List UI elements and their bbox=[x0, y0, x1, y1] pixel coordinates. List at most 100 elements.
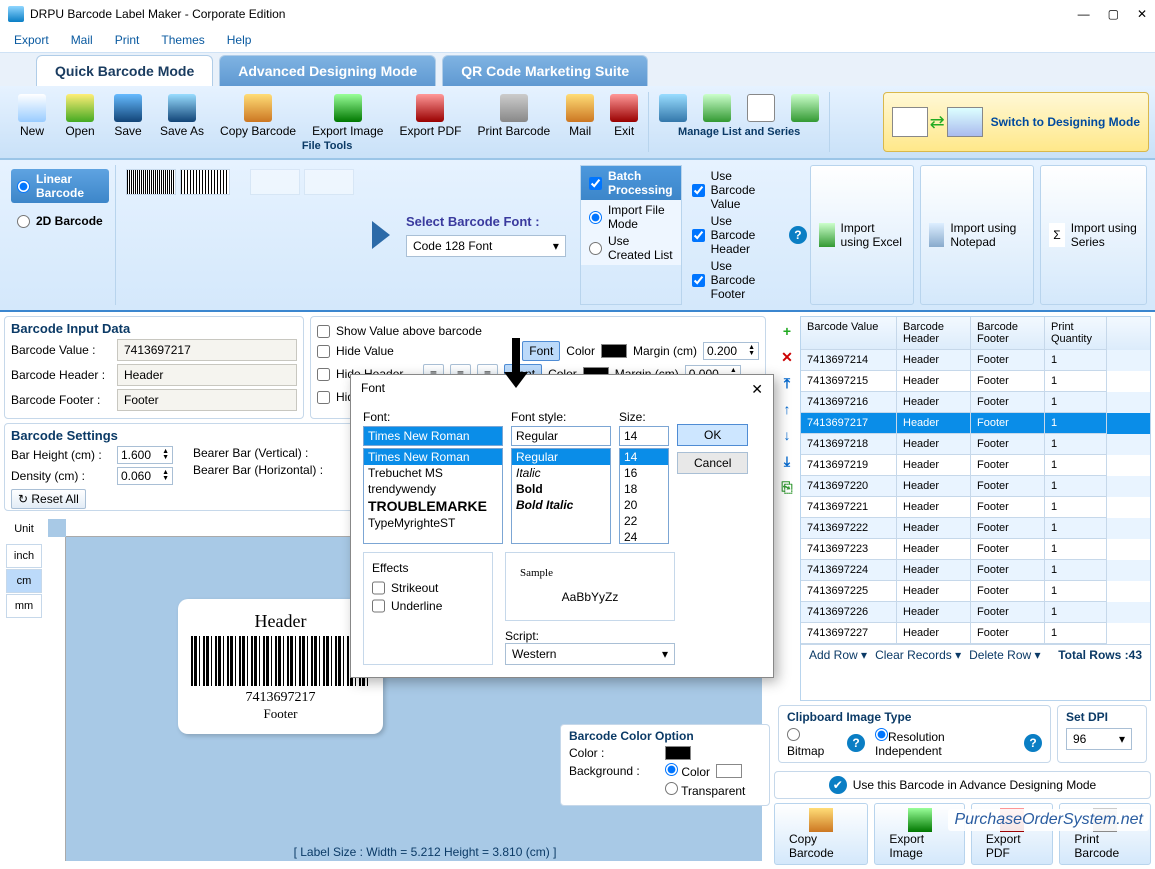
rb-exit[interactable]: Exit bbox=[602, 92, 646, 140]
chk-underline[interactable]: Underline bbox=[372, 599, 484, 613]
rb-manage-2[interactable] bbox=[695, 92, 739, 126]
rb-exportimg[interactable]: Export Image bbox=[304, 92, 391, 140]
delete-row-link[interactable]: Delete Row ▾ bbox=[969, 648, 1040, 662]
chk-show-above[interactable]: Show Value above barcode bbox=[317, 324, 482, 338]
radio-created-list[interactable]: Use Created List bbox=[589, 234, 673, 262]
barcode-value-input[interactable]: 7413697217 bbox=[117, 339, 297, 361]
barcode-color[interactable] bbox=[665, 746, 691, 760]
table-row[interactable]: 7413697219HeaderFooter1 bbox=[801, 455, 1150, 476]
minimize-button[interactable]: — bbox=[1078, 7, 1090, 21]
font-size-input[interactable]: 14 bbox=[619, 426, 669, 446]
font-name-input[interactable]: Times New Roman bbox=[363, 426, 503, 446]
radio-resind[interactable]: Resolution Independent bbox=[875, 728, 1014, 758]
label-size-status: [ Label Size : Width = 5.212 Height = 3.… bbox=[88, 843, 762, 861]
font-ok-button[interactable]: OK bbox=[677, 424, 748, 446]
chk-use-footer[interactable]: Use Barcode Footer bbox=[692, 259, 779, 301]
menu-themes[interactable]: Themes bbox=[161, 33, 204, 47]
tab-qr[interactable]: QR Code Marketing Suite bbox=[442, 55, 648, 86]
import-series[interactable]: ΣImport using Series bbox=[1040, 165, 1147, 305]
bar-height[interactable]: 1.600▲▼ bbox=[117, 446, 173, 464]
table-row[interactable]: 7413697223HeaderFooter1 bbox=[801, 539, 1150, 560]
rb-open[interactable]: Open bbox=[56, 92, 104, 140]
move-down-icon[interactable]: ↓ bbox=[778, 426, 796, 444]
help-bitmap[interactable]: ? bbox=[847, 734, 865, 752]
table-row[interactable]: 7413697216HeaderFooter1 bbox=[801, 392, 1150, 413]
unit-cm[interactable]: cm bbox=[6, 569, 42, 593]
table-row[interactable]: 7413697226HeaderFooter1 bbox=[801, 602, 1150, 623]
unit-inch[interactable]: inch bbox=[6, 544, 42, 568]
table-row[interactable]: 7413697220HeaderFooter1 bbox=[801, 476, 1150, 497]
import-excel[interactable]: Import using Excel bbox=[810, 165, 914, 305]
radio-import-file[interactable]: Import File Mode bbox=[589, 203, 673, 231]
bg-color-radio[interactable]: Color bbox=[665, 763, 710, 779]
style-list[interactable]: RegularItalicBoldBold Italic bbox=[511, 448, 611, 544]
margin-value[interactable]: 0.200▲▼ bbox=[703, 342, 759, 360]
table-row[interactable]: 7413697224HeaderFooter1 bbox=[801, 560, 1150, 581]
rb-print[interactable]: Print Barcode bbox=[469, 92, 558, 140]
rb-saveas[interactable]: Save As bbox=[152, 92, 212, 140]
font-cancel-button[interactable]: Cancel bbox=[677, 452, 748, 474]
font-combo[interactable]: Code 128 Font▾ bbox=[406, 235, 566, 257]
rb-save[interactable]: Save bbox=[104, 92, 152, 140]
rb-mail[interactable]: Mail bbox=[558, 92, 602, 140]
barcode-footer-input[interactable]: Footer bbox=[117, 389, 297, 411]
table-row[interactable]: 7413697227HeaderFooter1 bbox=[801, 623, 1150, 644]
barcode-header-input[interactable]: Header bbox=[117, 364, 297, 386]
copy-barcode-btn[interactable]: Copy Barcode bbox=[774, 803, 868, 865]
help-icon[interactable]: ? bbox=[789, 226, 807, 244]
add-row-link[interactable]: Add Row ▾ bbox=[809, 648, 867, 662]
tab-advanced[interactable]: Advanced Designing Mode bbox=[219, 55, 436, 86]
menu-print[interactable]: Print bbox=[115, 33, 140, 47]
delete-row-icon[interactable]: ✕ bbox=[778, 348, 796, 366]
radio-bitmap[interactable]: Bitmap bbox=[787, 728, 837, 758]
close-button[interactable]: ✕ bbox=[1137, 7, 1147, 21]
rb-manage-3[interactable] bbox=[739, 92, 783, 126]
move-top-icon[interactable]: ⤒ bbox=[778, 374, 796, 392]
reset-all[interactable]: ↻ Reset All bbox=[11, 489, 86, 509]
table-row[interactable]: 7413697225HeaderFooter1 bbox=[801, 581, 1150, 602]
font-list[interactable]: Times New RomanTrebuchet MStrendywendyTR… bbox=[363, 448, 503, 544]
use-advance-bar[interactable]: ✔ Use this Barcode in Advance Designing … bbox=[774, 771, 1151, 799]
dpi-combo[interactable]: 96▾ bbox=[1066, 728, 1132, 750]
menu-help[interactable]: Help bbox=[227, 33, 252, 47]
table-row[interactable]: 7413697217HeaderFooter1 bbox=[801, 413, 1150, 434]
rb-copy[interactable]: Copy Barcode bbox=[212, 92, 304, 140]
switch-mode-button[interactable]: ⇄ Switch to Designing Mode bbox=[883, 92, 1149, 152]
rb-exportpdf[interactable]: Export PDF bbox=[391, 92, 469, 140]
unit-mm[interactable]: mm bbox=[6, 594, 42, 618]
move-up-icon[interactable]: ↑ bbox=[778, 400, 796, 418]
chk-use-value[interactable]: Use Barcode Value bbox=[692, 169, 779, 211]
move-bottom-icon[interactable]: ⤓ bbox=[778, 452, 796, 470]
rb-new[interactable]: New bbox=[8, 92, 56, 140]
chk-strikeout[interactable]: Strikeout bbox=[372, 581, 484, 595]
maximize-button[interactable]: ▢ bbox=[1108, 7, 1119, 21]
script-combo[interactable]: Western▾ bbox=[505, 643, 675, 665]
table-row[interactable]: 7413697221HeaderFooter1 bbox=[801, 497, 1150, 518]
rb-manage-4[interactable] bbox=[783, 92, 827, 126]
import-notepad[interactable]: Import using Notepad bbox=[920, 165, 1034, 305]
table-row[interactable]: 7413697218HeaderFooter1 bbox=[801, 434, 1150, 455]
density[interactable]: 0.060▲▼ bbox=[117, 467, 173, 485]
help-resind[interactable]: ? bbox=[1024, 734, 1042, 752]
radio-2d[interactable]: 2D Barcode bbox=[11, 211, 109, 231]
menu-mail[interactable]: Mail bbox=[71, 33, 93, 47]
clear-records-link[interactable]: Clear Records ▾ bbox=[875, 648, 961, 662]
color-value[interactable] bbox=[601, 344, 627, 358]
size-list[interactable]: 14161820222426 bbox=[619, 448, 669, 544]
export-list-icon[interactable]: ⎘ bbox=[778, 478, 796, 496]
font-dialog-close[interactable]: ✕ bbox=[751, 381, 763, 398]
table-row[interactable]: 7413697215HeaderFooter1 bbox=[801, 371, 1150, 392]
radio-linear[interactable]: Linear Barcode bbox=[11, 169, 109, 203]
table-row[interactable]: 7413697214HeaderFooter1 bbox=[801, 350, 1150, 371]
chk-hide-value[interactable]: Hide Value bbox=[317, 344, 417, 358]
table-row[interactable]: 7413697222HeaderFooter1 bbox=[801, 518, 1150, 539]
rb-manage-1[interactable] bbox=[651, 92, 695, 126]
font-style-input[interactable]: Regular bbox=[511, 426, 611, 446]
menu-export[interactable]: Export bbox=[14, 33, 49, 47]
bg-color-swatch[interactable] bbox=[716, 764, 742, 778]
bg-transparent-radio[interactable]: Transparent bbox=[665, 782, 745, 798]
add-row-icon[interactable]: + bbox=[778, 322, 796, 340]
chk-use-header[interactable]: Use Barcode Header bbox=[692, 214, 779, 256]
batch-check[interactable] bbox=[589, 177, 602, 190]
tab-quick[interactable]: Quick Barcode Mode bbox=[36, 55, 213, 86]
